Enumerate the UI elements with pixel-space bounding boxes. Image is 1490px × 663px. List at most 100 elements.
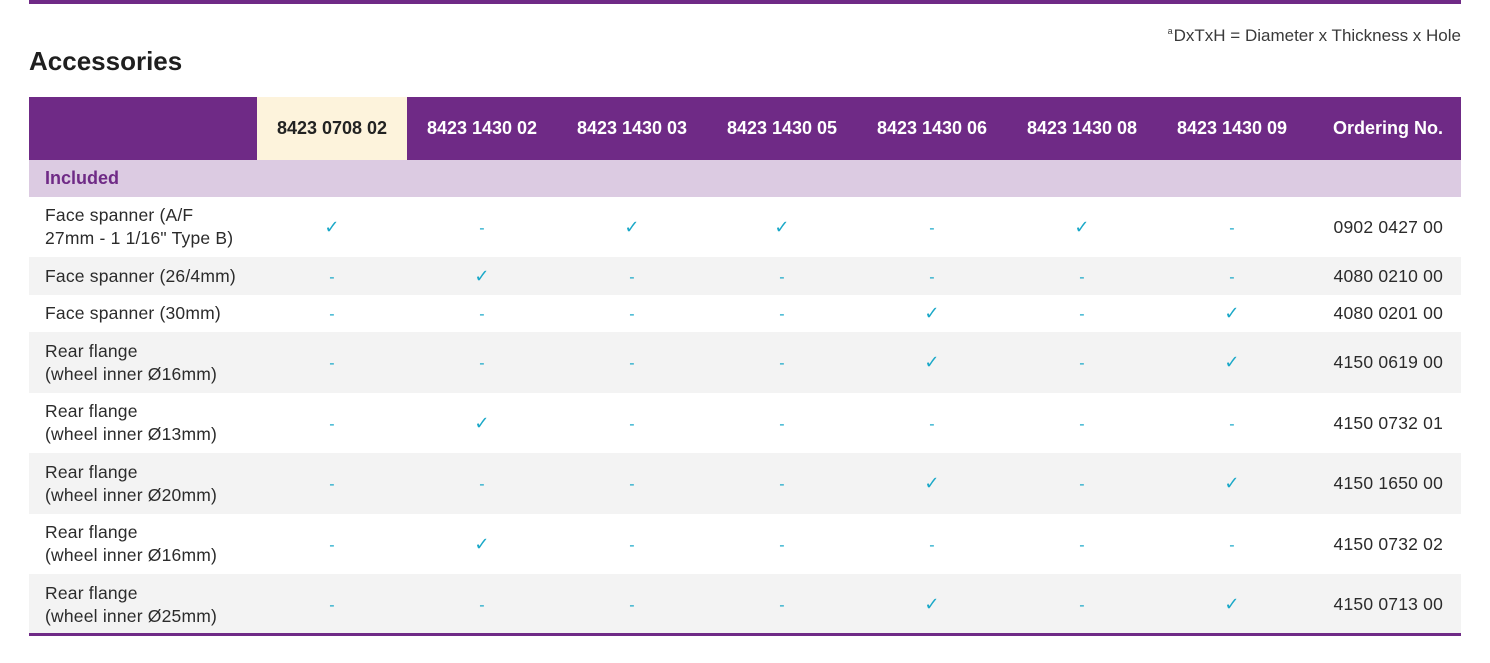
check-icon: ✓ — [324, 216, 340, 237]
check-icon: ✓ — [924, 473, 940, 493]
dash-icon: - — [1079, 355, 1085, 372]
ordering-number: 4080 0210 00 — [1307, 257, 1461, 295]
dash-icon: - — [479, 306, 485, 323]
availability-cell: ✓ — [407, 393, 557, 453]
check-icon: ✓ — [474, 412, 490, 433]
dash-icon: - — [929, 536, 935, 554]
dash-icon: - — [1079, 476, 1085, 493]
dash-icon: - — [479, 597, 485, 614]
dash-icon: - — [329, 306, 335, 323]
availability-cell: - — [407, 574, 557, 635]
dash-icon: - — [779, 415, 785, 433]
availability-cell: ✓ — [857, 332, 1007, 393]
accessory-name-line: 27mm - 1 1/16" Type B) — [45, 228, 234, 248]
dash-icon: - — [779, 268, 785, 286]
dash-icon: - — [779, 306, 785, 323]
dash-icon: - — [329, 597, 335, 614]
ordering-number: 4150 1650 00 — [1307, 453, 1461, 514]
check-icon: ✓ — [774, 216, 790, 237]
availability-cell: - — [557, 257, 707, 295]
accessory-name: Face spanner (A/F 27mm - 1 1/16" Type B) — [29, 197, 257, 257]
availability-cell: ✓ — [707, 197, 857, 257]
dash-icon: - — [629, 536, 635, 554]
accessory-name-line: Rear flange — [45, 340, 138, 361]
availability-cell: - — [1007, 295, 1157, 332]
dash-icon: - — [329, 536, 335, 554]
availability-cell: - — [707, 574, 857, 635]
dash-icon: - — [929, 268, 935, 286]
check-icon: ✓ — [1074, 216, 1090, 237]
dash-icon: - — [629, 415, 635, 433]
accessory-name: Rear flange (wheel inner Ø13mm) — [29, 393, 257, 453]
availability-cell: - — [557, 514, 707, 574]
availability-cell: ✓ — [407, 257, 557, 295]
table-row: Face spanner (A/F 27mm - 1 1/16" Type B) ✓… — [29, 197, 1461, 257]
availability-cell: - — [857, 393, 1007, 453]
ordering-number: 4080 0201 00 — [1333, 303, 1443, 323]
dash-icon: - — [629, 597, 635, 614]
table-row: Rear flange (wheel inner Ø13mm) - ✓ - - - - - 415… — [29, 393, 1461, 453]
accessories-table: 8423 0708 02 8423 1430 02 8423 1430 03 8… — [29, 97, 1461, 635]
header-row: 8423 0708 02 8423 1430 02 8423 1430 03 8… — [29, 97, 1461, 160]
availability-cell: - — [1157, 393, 1307, 453]
check-icon: ✓ — [1224, 303, 1240, 323]
dash-icon: - — [1079, 597, 1085, 614]
accessory-name-line: (wheel inner Ø16mm) — [45, 545, 218, 565]
availability-cell: - — [1157, 257, 1307, 295]
dash-icon: - — [329, 268, 335, 286]
availability-cell: - — [1007, 574, 1157, 635]
availability-cell: - — [1007, 332, 1157, 393]
dash-icon: - — [1229, 219, 1235, 237]
accessory-name-line: Rear flange — [45, 401, 138, 421]
check-icon: ✓ — [924, 303, 940, 323]
dash-icon: - — [629, 355, 635, 372]
ordering-number: 0902 0427 00 — [1333, 216, 1443, 237]
availability-cell: ✓ — [257, 197, 407, 257]
check-icon: ✓ — [1224, 352, 1240, 372]
dash-icon: - — [1229, 415, 1235, 433]
availability-cell: - — [1007, 514, 1157, 574]
availability-cell: - — [557, 393, 707, 453]
footnote: aDxTxH = Diameter x Thickness x Hole — [1168, 26, 1461, 46]
header-product: 8423 1430 06 — [857, 97, 1007, 160]
accessory-name-line: Rear flange — [45, 582, 138, 603]
availability-cell: - — [407, 295, 557, 332]
availability-cell: ✓ — [407, 514, 557, 574]
availability-cell: - — [257, 295, 407, 332]
availability-cell: - — [1157, 197, 1307, 257]
header-blank — [29, 97, 257, 160]
accessory-name-line: Rear flange — [45, 522, 138, 542]
availability-cell: - — [257, 332, 407, 393]
check-icon: ✓ — [624, 216, 640, 237]
table-row: Face spanner (30mm) - - - - ✓ - ✓ 4080 0201 00 — [29, 295, 1461, 332]
table-row: Rear flange (wheel inner Ø25mm) - - - - ✓ - ✓ 415… — [29, 574, 1461, 635]
dash-icon: - — [629, 306, 635, 323]
availability-cell: - — [557, 453, 707, 514]
accessory-name: Face spanner (30mm) — [29, 295, 257, 332]
dash-icon: - — [1079, 536, 1085, 554]
dash-icon: - — [1229, 268, 1235, 286]
dash-icon: - — [1079, 268, 1085, 286]
dash-icon: - — [479, 476, 485, 493]
accessory-name-line: Rear flange — [45, 461, 138, 482]
dash-icon: - — [629, 476, 635, 493]
availability-cell: - — [1157, 514, 1307, 574]
dash-icon: - — [1079, 415, 1085, 433]
check-icon: ✓ — [474, 533, 490, 554]
availability-cell: - — [257, 257, 407, 295]
availability-cell: - — [707, 332, 857, 393]
availability-cell: - — [257, 574, 407, 635]
availability-cell: - — [407, 453, 557, 514]
accessory-name: Rear flange (wheel inner Ø20mm) — [29, 453, 257, 514]
availability-cell: ✓ — [857, 453, 1007, 514]
bottom-rule — [29, 633, 1461, 636]
footnote-text: DxTxH = Diameter x Thickness x Hole — [1173, 26, 1461, 45]
dash-icon: - — [479, 219, 485, 237]
availability-cell: - — [1007, 453, 1157, 514]
dash-icon: - — [779, 536, 785, 554]
accessory-name: Rear flange (wheel inner Ø25mm) — [29, 574, 257, 635]
dash-icon: - — [929, 415, 935, 433]
availability-cell: - — [707, 393, 857, 453]
ordering-number: 4150 0713 00 — [1307, 574, 1461, 635]
dash-icon: - — [1079, 306, 1085, 323]
